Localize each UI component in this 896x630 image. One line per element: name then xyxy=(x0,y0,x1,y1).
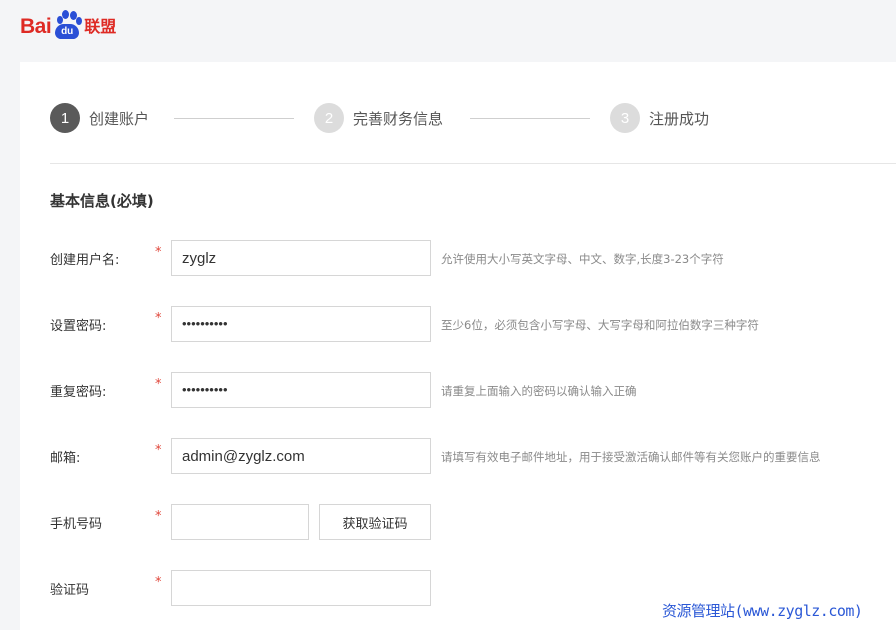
top-bar: Bai du 联盟 xyxy=(0,0,896,62)
required-mark: * xyxy=(155,245,162,260)
email-hint: 请填写有效电子邮件地址，用于接受激活确认邮件等有关您账户的重要信息 xyxy=(441,450,821,464)
divider xyxy=(50,163,896,164)
step-2: 2 完善财务信息 xyxy=(314,100,443,136)
code-label: 验证码 xyxy=(50,583,90,598)
email-label: 邮箱: xyxy=(50,451,81,466)
logo-text-lianmeng: 联盟 xyxy=(84,19,117,36)
code-input[interactable] xyxy=(171,570,431,606)
username-row: 创建用户名: * 允许使用大小写英文字母、中文、数字,长度3-23个字符 xyxy=(50,240,890,276)
username-label: 创建用户名: xyxy=(50,253,120,268)
username-hint: 允许使用大小写英文字母、中文、数字,长度3-23个字符 xyxy=(441,252,724,266)
phone-row: 手机号码 * 获取验证码 xyxy=(50,504,890,540)
baidu-union-logo[interactable]: Bai du 联盟 xyxy=(20,6,116,40)
paw-icon: du xyxy=(52,10,83,40)
repeat-password-row: 重复密码: * •••••••••• 请重复上面输入的密码以确认输入正确 xyxy=(50,372,890,408)
step-1-label: 创建账户 xyxy=(89,109,150,128)
step-1-number: 1 xyxy=(50,103,80,133)
repeat-password-input[interactable]: •••••••••• xyxy=(171,372,431,408)
password-label: 设置密码: xyxy=(50,319,107,334)
step-3-number: 3 xyxy=(610,103,640,133)
required-mark: * xyxy=(155,443,162,458)
logo-text-du: du xyxy=(55,24,80,39)
logo-text-bai: Bai xyxy=(20,15,52,38)
required-mark: * xyxy=(155,509,162,524)
email-row: 邮箱: * 请填写有效电子邮件地址，用于接受激活确认邮件等有关您账户的重要信息 xyxy=(50,438,890,474)
step-2-label: 完善财务信息 xyxy=(353,109,444,128)
step-connector xyxy=(470,118,590,119)
step-2-number: 2 xyxy=(314,103,344,133)
repeat-password-hint: 请重复上面输入的密码以确认输入正确 xyxy=(441,384,637,398)
step-1: 1 创建账户 xyxy=(50,100,149,136)
email-input[interactable] xyxy=(171,438,431,474)
step-3-label: 注册成功 xyxy=(649,109,710,128)
step-indicator: 1 创建账户 2 完善财务信息 3 注册成功 xyxy=(50,100,896,136)
step-3: 3 注册成功 xyxy=(610,100,709,136)
password-input[interactable]: •••••••••• xyxy=(171,306,431,342)
get-code-button[interactable]: 获取验证码 xyxy=(319,504,431,540)
required-mark: * xyxy=(155,311,162,326)
required-mark: * xyxy=(155,575,162,590)
password-row: 设置密码: * •••••••••• 至少6位，必须包含小写字母、大写字母和阿拉… xyxy=(50,306,890,342)
phone-label: 手机号码 xyxy=(50,517,103,532)
username-input[interactable] xyxy=(171,240,431,276)
required-mark: * xyxy=(155,377,162,392)
password-hint: 至少6位，必须包含小写字母、大写字母和阿拉伯数字三种字符 xyxy=(441,318,759,332)
watermark: 资源管理站(www.zyglz.com) xyxy=(662,602,863,620)
step-connector xyxy=(174,118,294,119)
repeat-password-label: 重复密码: xyxy=(50,385,107,400)
section-title: 基本信息(必填) xyxy=(50,192,154,210)
phone-input[interactable] xyxy=(171,504,309,540)
registration-panel: 1 创建账户 2 完善财务信息 3 注册成功 基本信息(必填) 创建用户名: *… xyxy=(20,62,896,630)
